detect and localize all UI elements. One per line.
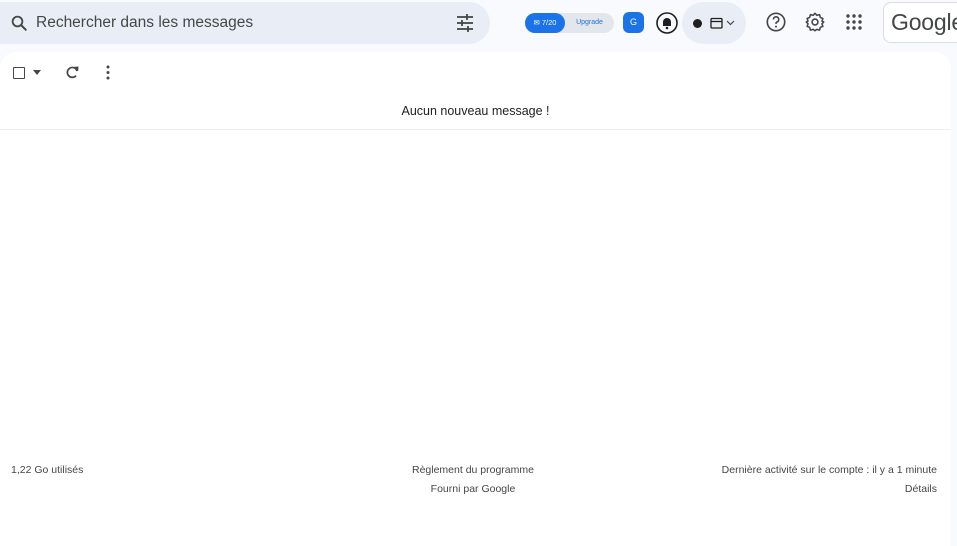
settings-icon[interactable] <box>804 11 826 33</box>
program-policy-link[interactable]: Règlement du programme <box>373 464 573 476</box>
select-all-checkbox[interactable] <box>13 67 25 79</box>
storage-usage[interactable]: 1,22 Go utilisés <box>11 464 83 476</box>
select-caret-icon[interactable] <box>33 70 41 75</box>
calendar-icon <box>710 17 723 29</box>
extension-button[interactable]: G <box>623 12 644 33</box>
chevron-down-icon <box>726 20 735 26</box>
refresh-icon[interactable] <box>64 64 81 81</box>
google-logo: Google <box>891 9 957 35</box>
extension-count[interactable]: ✉ 7/20 <box>525 13 565 33</box>
search-input[interactable] <box>36 2 436 44</box>
extension-upgrade-button[interactable]: Upgrade <box>565 13 614 33</box>
divider <box>0 129 951 130</box>
apps-icon[interactable] <box>845 13 863 31</box>
powered-by-text: Fourni par Google <box>430 483 516 495</box>
help-icon[interactable] <box>765 11 787 33</box>
search-icon[interactable] <box>10 14 28 32</box>
last-activity-text: Dernière activité sur le compte : il y a… <box>721 464 937 476</box>
mail-toolbar <box>0 52 951 94</box>
details-link[interactable]: Détails <box>905 483 937 495</box>
bell-icon[interactable] <box>655 11 679 35</box>
top-bar: ✉ 7/20 Upgrade G Google <box>0 0 957 46</box>
status-selector[interactable] <box>682 2 746 44</box>
more-vert-icon[interactable] <box>103 64 113 81</box>
search-bar[interactable] <box>0 2 490 44</box>
extension-pill[interactable]: ✉ 7/20 Upgrade <box>525 13 614 33</box>
status-dot-icon <box>693 19 702 28</box>
account-button[interactable]: Google <box>883 2 957 43</box>
empty-inbox-message: Aucun nouveau message ! <box>401 104 550 118</box>
mail-panel: Aucun nouveau message ! 1,22 Go utilisés… <box>0 52 951 546</box>
tune-icon[interactable] <box>455 14 475 32</box>
